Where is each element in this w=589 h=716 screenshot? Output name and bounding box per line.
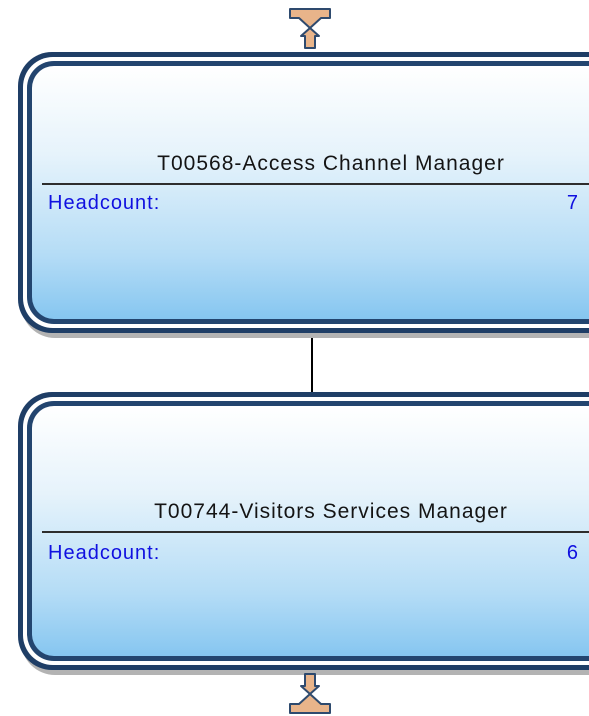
org-chart-canvas: T00568-Access Channel Manager Headcount:… [0,0,589,716]
headcount-label: Headcount: [48,192,161,214]
arrow-up-icon[interactable] [288,6,332,50]
headcount-value: 6 [566,542,578,564]
arrow-down-icon[interactable] [288,672,332,716]
headcount-value: 7 [566,192,578,214]
headcount-label: Headcount: [48,542,161,564]
org-node[interactable]: T00744-Visitors Services Manager Headcou… [18,392,589,670]
connector-line [311,335,313,392]
org-node[interactable]: T00568-Access Channel Manager Headcount:… [18,52,589,333]
node-divider [42,531,589,533]
node-title: T00568-Access Channel Manager [157,152,505,175]
node-title: T00744-Visitors Services Manager [154,500,508,523]
node-divider [42,183,589,185]
